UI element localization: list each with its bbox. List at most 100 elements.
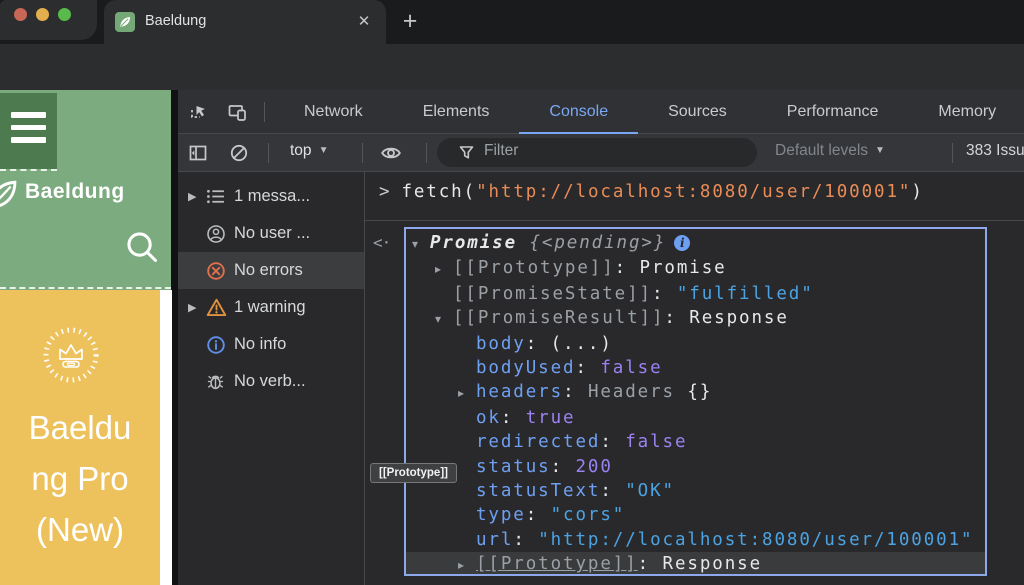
console-text-segment: status [476,457,551,477]
console-text-segment: type [476,505,526,525]
console-filter-input[interactable]: Filter [437,138,757,167]
console-command-echo[interactable]: >fetch("http://localhost:8080/user/10000… [365,172,1024,221]
evaluated-info-icon[interactable]: i [674,235,690,251]
expand-arrow-icon[interactable]: ▾ [435,307,453,331]
console-text-segment: fetch( [401,182,476,202]
chevron-down-icon: ▼ [319,145,329,156]
hamburger-bar [11,125,46,131]
console-text-segment: : [600,481,625,501]
devtools-tab-network[interactable]: Network [274,90,393,134]
console-object-row[interactable]: bodyUsed: false [406,356,985,380]
console-object-row[interactable]: ▸[[Prototype]]: Promise [406,256,985,281]
console-text-segment: : [501,408,526,428]
console-text-segment: : [615,258,640,278]
browser-titlebar: Baeldung ✕ + [0,0,1024,44]
console-text-segment: : [638,554,663,574]
console-object-row[interactable]: ▾[[PromiseResult]]: Response [406,306,985,331]
console-text-segment: {<pending>} [530,233,667,253]
baeldung-pro-banner[interactable]: Baeldu ng Pro (New) [0,290,160,585]
crown-badge-icon [42,326,100,389]
new-tab-button[interactable]: + [396,8,424,36]
console-text-segment: false [600,358,662,378]
console-object-row[interactable]: ▾Promise {<pending>}i [406,231,985,256]
console-object-row[interactable]: url: "http://localhost:8080/user/100001" [406,528,985,552]
console-object-row[interactable]: ok: true [406,406,985,430]
console-text-segment: headers [476,382,563,402]
console-text-segment [517,233,529,253]
console-object-row[interactable]: [[PromiseState]]: "fulfilled" [406,282,985,306]
console-sidebar-item-error[interactable]: No errors [178,252,364,289]
console-sidebar-item-warning[interactable]: ▶1 warning [178,289,364,326]
browser-toolbar: https://www.baeldung.com [0,44,1024,90]
console-text-segment: "http://localhost:8080/user/100001" [538,530,973,550]
hamburger-bar [11,112,46,118]
divider [264,102,265,122]
console-object-row[interactable]: redirected: false [406,430,985,454]
hamburger-bar [11,137,46,143]
console-main: >fetch("http://localhost:8080/user/10000… [365,172,1024,585]
inspect-element-icon[interactable] [187,101,209,123]
divider [268,143,269,163]
tab-close-icon[interactable]: ✕ [354,12,374,32]
console-sidebar-item-info[interactable]: No info [178,326,364,363]
selection-dashes [0,169,57,171]
warning-icon [206,297,234,318]
devtools-tabs: NetworkElementsConsoleSourcesPerformance… [274,90,1024,134]
console-text-segment: : [563,382,588,402]
expand-arrow-icon[interactable]: ▸ [458,553,476,576]
devtools-tab-performance[interactable]: Performance [757,90,909,134]
sidebar-item-label: 1 messa... [234,187,310,206]
console-text-segment: ok [476,408,501,428]
console-text-segment: Promise [640,258,727,278]
expand-arrow-icon[interactable]: ▶ [188,301,206,314]
console-text-segment: : [551,457,576,477]
console-sidebar-toggle-icon[interactable] [187,142,209,164]
console-text-segment: Response [689,308,789,328]
console-result-marker: <· [373,233,390,252]
device-toolbar-icon[interactable] [226,101,248,123]
maximize-window-button[interactable] [58,8,71,21]
console-object-row[interactable]: body: (...) [406,332,985,356]
expand-arrow-icon[interactable]: ▾ [412,232,430,256]
window-controls [0,0,97,40]
devtools-tab-memory[interactable]: Memory [908,90,1024,134]
log-levels-dropdown[interactable]: Default levels▼ [775,142,885,160]
console-sidebar-item-user[interactable]: No user ... [178,215,364,252]
console-object-row[interactable]: status: 200 [406,455,985,479]
site-logo-text[interactable]: Baeldung [25,180,125,204]
expand-arrow-icon[interactable]: ▶ [188,190,206,203]
expand-arrow-icon[interactable]: ▸ [435,257,453,281]
console-object-row[interactable]: ▸headers: Headers {} [406,380,985,405]
hamburger-menu-button[interactable] [0,93,57,169]
console-object-tree[interactable]: ▾ Promise {<pending>} i ▸[[Prototype]]: Pro… [404,227,987,576]
live-expression-eye-icon[interactable] [380,142,402,164]
devtools-tab-console[interactable]: Console [519,90,638,134]
console-object-row[interactable]: statusText: "OK" [406,479,985,503]
close-window-button[interactable] [14,8,27,21]
console-text-segment: true [526,408,576,428]
search-icon[interactable] [126,231,159,269]
execution-context-selector[interactable]: top▼ [290,142,328,160]
console-text-segment: url [476,530,513,550]
expand-arrow-icon[interactable]: ▸ [458,381,476,405]
console-text-segment: : [652,284,677,304]
site-header-green: Baeldung [0,90,171,290]
console-sidebar-item-list[interactable]: ▶ 1 messa... [178,178,364,215]
minimize-window-button[interactable] [36,8,49,21]
prototype-tooltip: [[Prototype]] [370,463,457,483]
console-object-row[interactable]: ▸[[Prototype]]: Response [406,552,985,576]
pro-line: ng Pro [0,453,160,504]
browser-tab[interactable]: Baeldung ✕ [104,0,386,44]
console-text-segment: [[PromiseState]] [453,284,652,304]
console-text-segment: "fulfilled" [677,284,814,304]
devtools-tab-sources[interactable]: Sources [638,90,757,134]
console-text-segment: : [576,358,601,378]
issues-counter[interactable]: 383 Issues [966,142,1024,160]
devtools-tab-elements[interactable]: Elements [393,90,520,134]
console-sidebar-item-bug[interactable]: No verb... [178,363,364,400]
console-toolbar: top▼ Filter Default levels▼ 383 Issues [178,134,1024,172]
sidebar-item-label: No info [234,335,286,354]
clear-console-icon[interactable] [228,142,250,164]
console-object-row[interactable]: type: "cors" [406,503,985,527]
tab-favicon-leaf-icon [115,12,135,32]
